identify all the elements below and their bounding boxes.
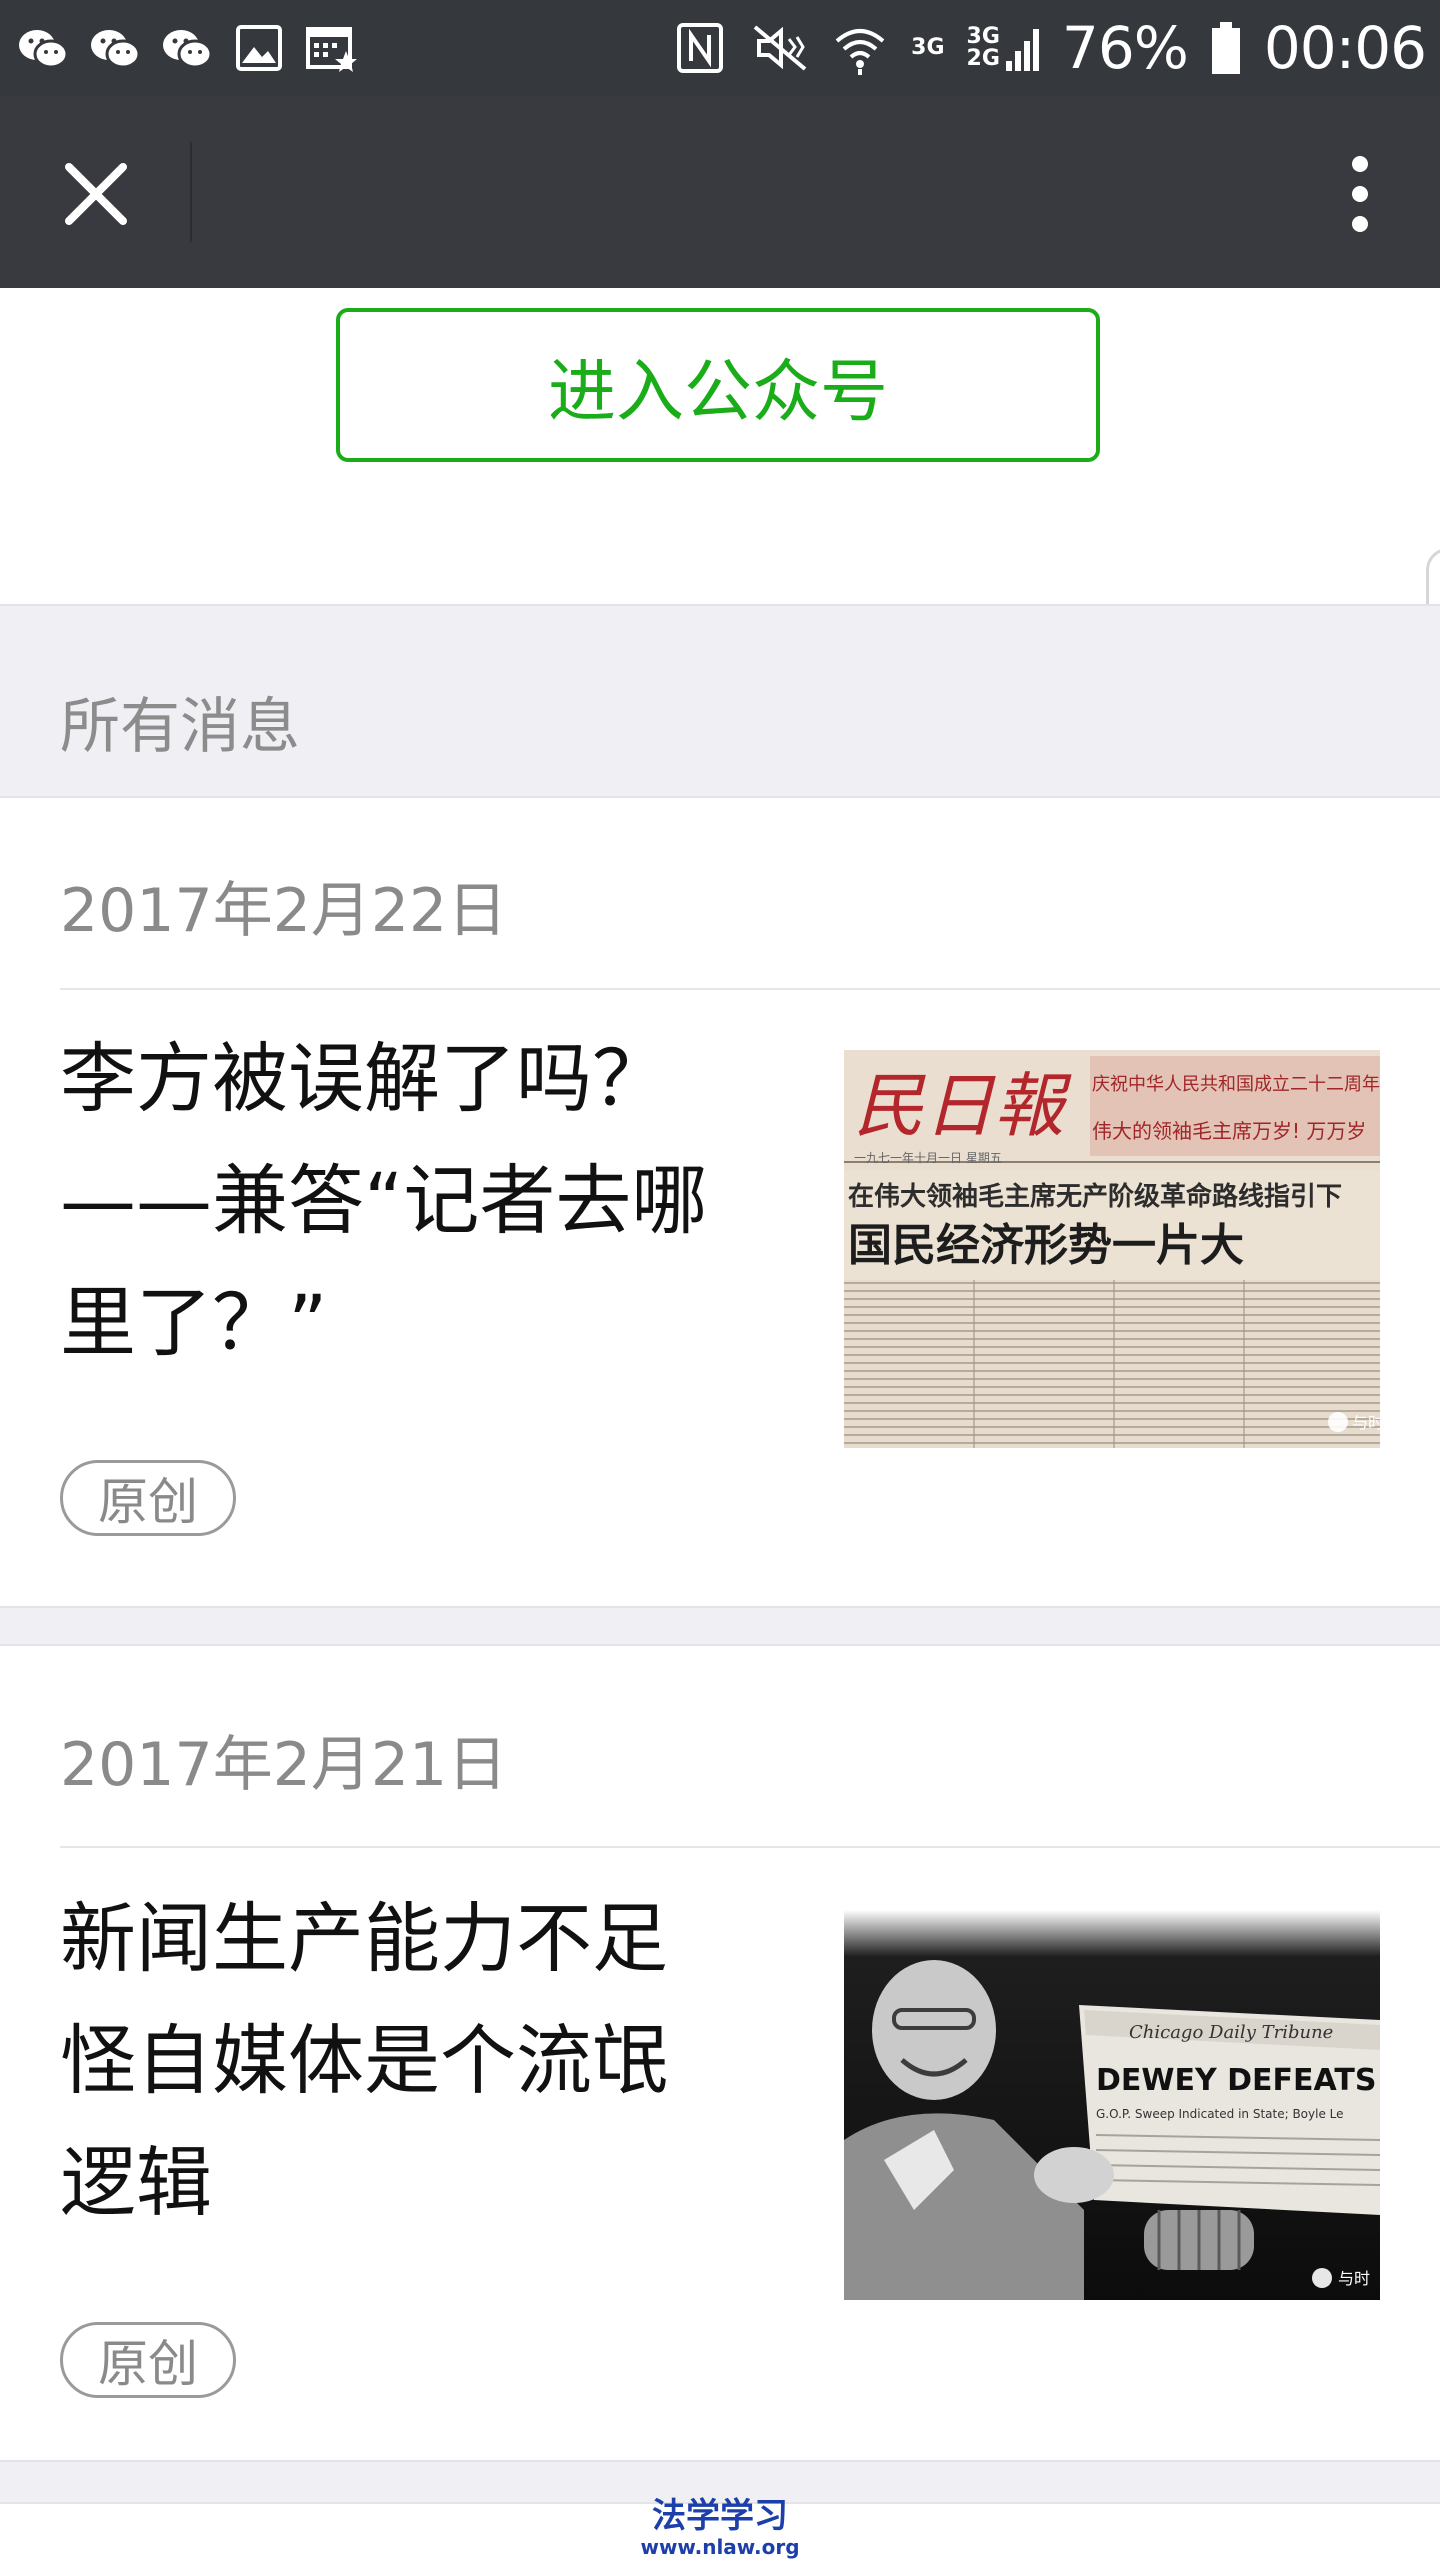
message-group: 2017年2月22日 李方被误解了吗？——兼答“记者去哪里了？” 民日報 庆祝中…	[0, 798, 1440, 1604]
wechat-icon	[19, 30, 69, 69]
signal-icon	[1005, 29, 1039, 71]
wifi-icon	[835, 29, 885, 75]
network-type-3g: 3G	[911, 37, 944, 59]
nav-bar	[0, 96, 1440, 288]
newspaper-dateline: 一九七一年十月一日 星期五	[854, 1151, 1002, 1165]
newspaper-banner-1: 庆祝中华人民共和国成立二十二周年	[1092, 1074, 1380, 1095]
site-watermark: 法学学习 www.nlaw.org	[620, 2496, 820, 2558]
photo-newspaper-masthead: Chicago Daily Tribune	[1129, 2022, 1333, 2043]
network-type-3g-2g: 3G 2G	[967, 26, 1000, 70]
battery-percent: 76%	[1061, 14, 1189, 82]
more-vertical-icon	[1352, 156, 1368, 232]
enter-official-account-button[interactable]: 进入公众号	[336, 308, 1100, 462]
message-group: 2017年2月21日 新闻生产能力不足怪自媒体是个流氓逻辑 Chicago Da…	[0, 1646, 1440, 2460]
signal-group: 3G 2G	[967, 23, 1040, 73]
watermark-url: www.nlaw.org	[640, 2535, 800, 2559]
message-date: 2017年2月22日	[60, 876, 508, 946]
wechat-icon	[91, 30, 141, 69]
group-divider	[0, 1606, 1440, 1646]
notification-icons	[14, 0, 360, 96]
system-indicators: 3G 3G 2G 76% 00:06	[671, 0, 1427, 96]
newspaper-headline: 国民经济形势一片大	[848, 1220, 1244, 1271]
thumb-corner-watermark: 与时	[1352, 1413, 1380, 1432]
calendar-star-icon	[306, 27, 357, 72]
network-label-1: 3G	[911, 35, 945, 60]
section-header: 所有消息	[0, 604, 1440, 798]
image-icon	[236, 25, 282, 71]
photo-newspaper-headline: DEWEY DEFEATS TRU	[1096, 2063, 1380, 2098]
article-thumbnail-photo: Chicago Daily Tribune DEWEY DEFEATS TRU …	[844, 1910, 1380, 2300]
nav-divider	[190, 142, 192, 242]
more-button[interactable]	[1330, 146, 1390, 242]
newspaper-banner-2: 伟大的领袖毛主席万岁! 万万岁	[1092, 1119, 1366, 1143]
article-thumbnail-newspaper: 民日報 庆祝中华人民共和国成立二十二周年 伟大的领袖毛主席万岁! 万万岁 一九七…	[844, 1050, 1380, 1448]
newspaper-masthead: 民日報	[854, 1065, 1072, 1147]
original-tag: 原创	[60, 2322, 236, 2398]
nfc-icon	[677, 23, 724, 73]
article-title: 新闻生产能力不足怪自媒体是个流氓逻辑	[60, 1894, 668, 2227]
original-tag: 原创	[60, 1460, 236, 1536]
mute-icon	[753, 25, 807, 71]
close-icon	[65, 163, 127, 225]
network-label-2b: 2G	[966, 46, 1000, 71]
message-date: 2017年2月21日	[60, 1730, 508, 1800]
article-item[interactable]: 李方被误解了吗？——兼答“记者去哪里了？” 民日報 庆祝中华人民共和国成立二十二…	[0, 990, 1440, 1604]
close-button[interactable]	[48, 146, 144, 242]
clock: 00:06	[1263, 14, 1427, 82]
photo-newspaper-subline: G.O.P. Sweep Indicated in State; Boyle L…	[1096, 2107, 1344, 2121]
article-item[interactable]: 新闻生产能力不足怪自媒体是个流氓逻辑 Chicago Daily Tribune…	[0, 1848, 1440, 2460]
dewey-defeats-truman-photo: Chicago Daily Tribune DEWEY DEFEATS TRU …	[844, 1910, 1380, 2300]
section-title: 所有消息	[60, 692, 300, 762]
wechat-icon	[163, 30, 213, 69]
newspaper-image: 民日報 庆祝中华人民共和国成立二十二周年 伟大的领袖毛主席万岁! 万万岁 一九七…	[844, 1050, 1380, 1448]
status-bar: 3G 3G 2G 76% 00:06	[0, 0, 1440, 96]
network-label-2a: 3G	[966, 24, 1000, 49]
article-title: 李方被误解了吗？——兼答“记者去哪里了？”	[60, 1034, 708, 1367]
battery-icon	[1211, 22, 1240, 74]
watermark-title: 法学学习	[652, 2496, 788, 2536]
newspaper-subline: 在伟大领袖毛主席无产阶级革命路线指引下	[848, 1181, 1342, 1212]
thumb-corner-watermark: 与时	[1338, 2269, 1370, 2288]
